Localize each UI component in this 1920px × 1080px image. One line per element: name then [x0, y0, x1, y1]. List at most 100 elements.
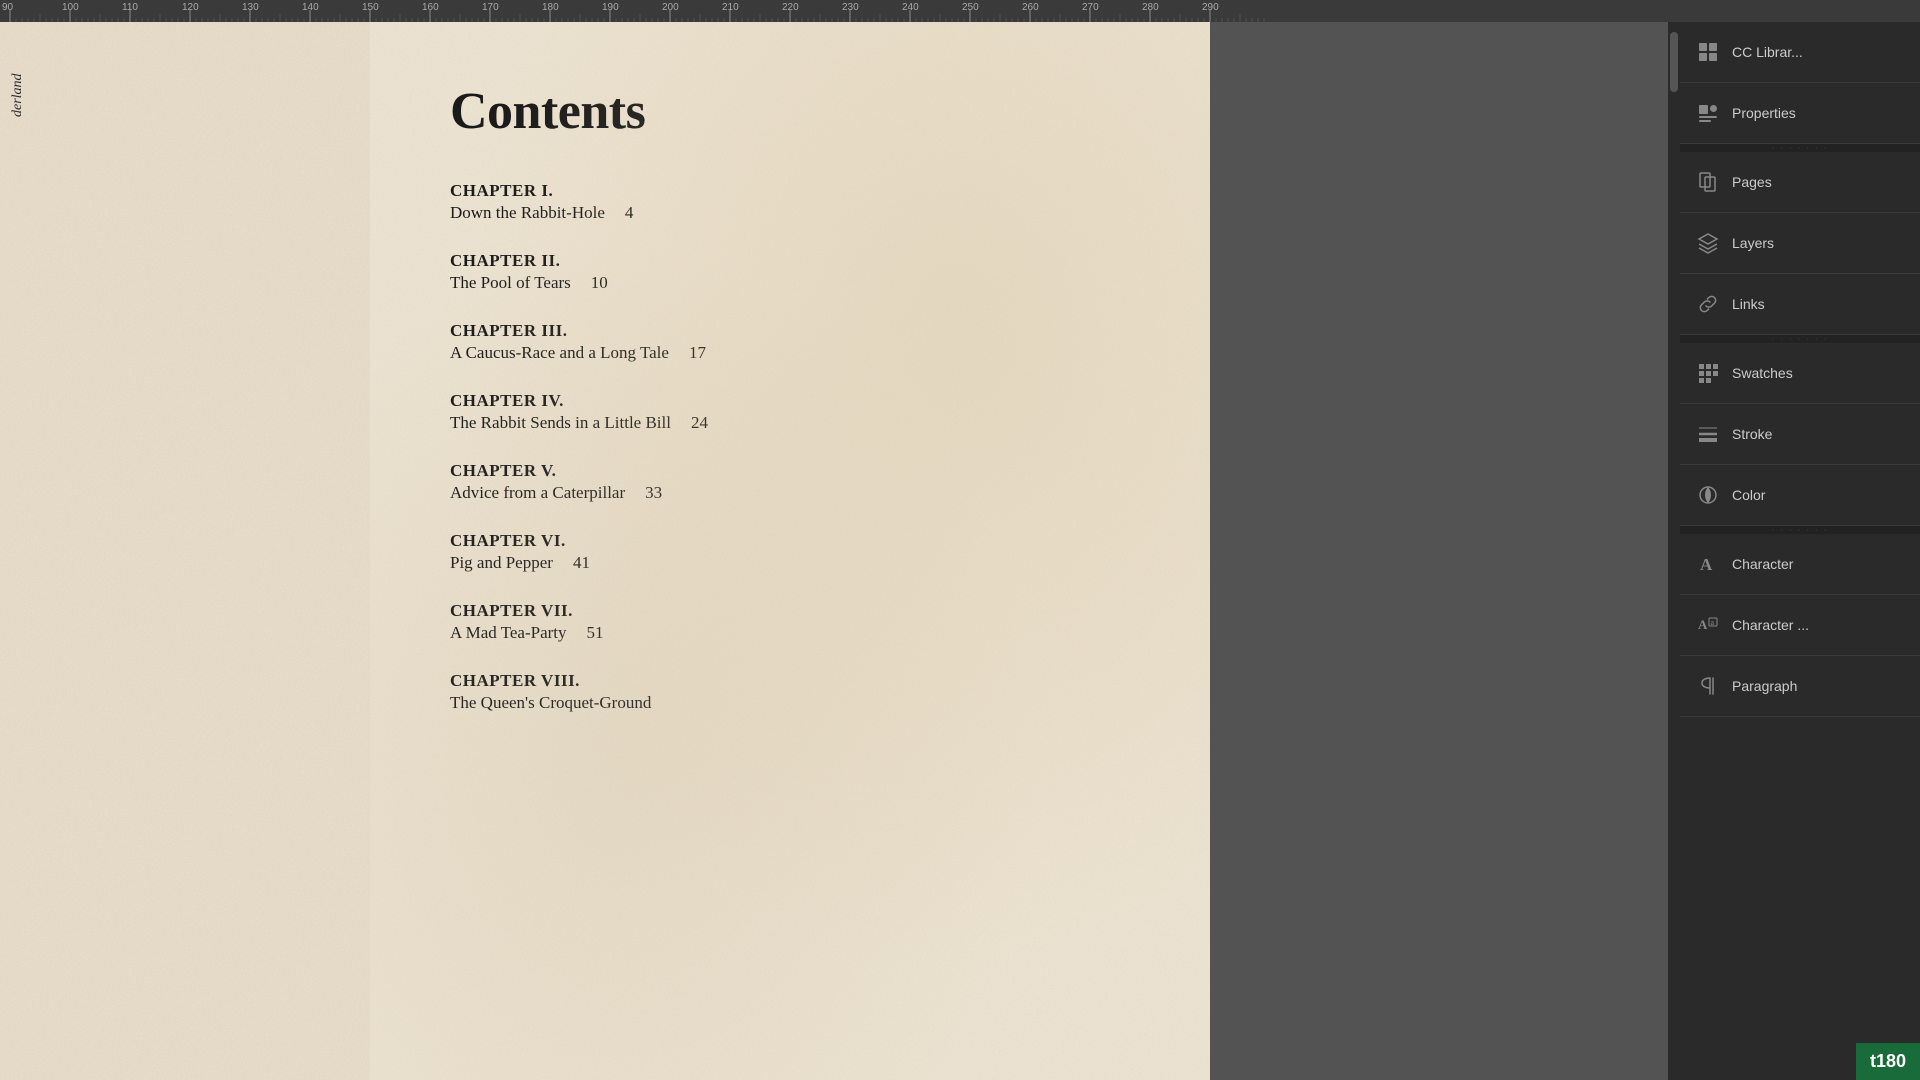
- color-icon: [1696, 483, 1720, 507]
- panel-item-properties[interactable]: Properties: [1680, 83, 1920, 144]
- panel-item-cc-libraries[interactable]: CC Librar...: [1680, 22, 1920, 83]
- scroll-thumb[interactable]: [1670, 32, 1678, 92]
- panel-divider: [1680, 144, 1920, 152]
- svg-text:90: 90: [2, 2, 14, 13]
- svg-text:A: A: [1698, 617, 1708, 632]
- svg-text:120: 120: [182, 2, 199, 13]
- swatches-icon: [1696, 361, 1720, 385]
- chapter-entry: CHAPTER VI.Pig and Pepper 41: [450, 531, 1130, 573]
- panel-item-pages[interactable]: Pages: [1680, 152, 1920, 213]
- panel-item-links[interactable]: Links: [1680, 274, 1920, 335]
- chapter-detail: A Mad Tea-Party 51: [450, 623, 1130, 643]
- page-right: Contents CHAPTER I.Down the Rabbit-Hole 4…: [370, 22, 1210, 1080]
- chapter-number: CHAPTER IV.: [450, 391, 1130, 411]
- chapter-name: Advice from a Caterpillar: [450, 483, 625, 503]
- svg-text:150: 150: [362, 2, 379, 13]
- chapter-name: The Rabbit Sends in a Little Bill: [450, 413, 671, 433]
- chapter-name: The Queen's Croquet-Ground: [450, 693, 651, 713]
- panel-item-label-ai-character: Character ...: [1732, 617, 1809, 633]
- svg-text:230: 230: [842, 2, 859, 13]
- chapter-page: 24: [691, 413, 708, 433]
- main-area: derland Contents CHAPTER I.Down the Rabb…: [0, 22, 1920, 1080]
- svg-text:240: 240: [902, 2, 919, 13]
- canvas-area: derland Contents CHAPTER I.Down the Rabb…: [0, 22, 1668, 1080]
- svg-text:140: 140: [302, 2, 319, 13]
- chapter-page: 10: [591, 273, 608, 293]
- svg-text:160: 160: [422, 2, 439, 13]
- panel-item-label-cc-libraries: CC Librar...: [1732, 44, 1803, 60]
- svg-text:170: 170: [482, 2, 499, 13]
- svg-text:270: 270: [1082, 2, 1099, 13]
- bottom-badge: t180: [1856, 1043, 1920, 1080]
- chapter-number: CHAPTER III.: [450, 321, 1130, 341]
- ai-character-icon: A a: [1696, 613, 1720, 637]
- chapter-entry: CHAPTER I.Down the Rabbit-Hole 4: [450, 181, 1130, 223]
- svg-text:110: 110: [122, 2, 138, 13]
- chapter-detail: A Caucus-Race and a Long Tale17: [450, 343, 1130, 363]
- document-wrapper: derland Contents CHAPTER I.Down the Rabb…: [0, 22, 1668, 1080]
- chapter-entry: CHAPTER II.The Pool of Tears 10: [450, 251, 1130, 293]
- chapter-entry: CHAPTER III.A Caucus-Race and a Long Tal…: [450, 321, 1130, 363]
- character-icon: A: [1696, 552, 1720, 576]
- cc-libraries-icon: [1696, 40, 1720, 64]
- panel-item-swatches[interactable]: Swatches: [1680, 343, 1920, 404]
- chapter-page: 33: [645, 483, 662, 503]
- chapter-detail: The Queen's Croquet-Ground: [450, 693, 1130, 713]
- pages-icon: [1696, 170, 1720, 194]
- svg-text:220: 220: [782, 2, 799, 13]
- svg-text:280: 280: [1142, 2, 1159, 13]
- right-panel: CC Librar... Properties Pages Layers Lin…: [1680, 22, 1920, 1080]
- chapter-entry: CHAPTER IV.The Rabbit Sends in a Little …: [450, 391, 1130, 433]
- chapter-number: CHAPTER I.: [450, 181, 1130, 201]
- chapter-number: CHAPTER II.: [450, 251, 1130, 271]
- panel-item-label-links: Links: [1732, 296, 1765, 312]
- chapter-entry: CHAPTER VII.A Mad Tea-Party51: [450, 601, 1130, 643]
- svg-text:200: 200: [662, 2, 679, 13]
- paragraph-icon: [1696, 674, 1720, 698]
- panel-divider: [1680, 335, 1920, 343]
- chapter-number: CHAPTER VIII.: [450, 671, 1130, 691]
- panel-item-ai-character[interactable]: A a Character ...: [1680, 595, 1920, 656]
- svg-text:180: 180: [542, 2, 559, 13]
- svg-text:260: 260: [1022, 2, 1039, 13]
- chapter-detail: Down the Rabbit-Hole 4: [450, 203, 1130, 223]
- chapter-name: Down the Rabbit-Hole: [450, 203, 605, 223]
- chapter-detail: The Pool of Tears 10: [450, 273, 1130, 293]
- page-left-text: derland: [10, 73, 26, 117]
- svg-text:210: 210: [722, 2, 739, 13]
- svg-text:130: 130: [242, 2, 259, 13]
- panel-item-color[interactable]: Color: [1680, 465, 1920, 526]
- panel-item-label-paragraph: Paragraph: [1732, 678, 1797, 694]
- scroll-indicator[interactable]: [1668, 22, 1680, 1080]
- chapter-entry: CHAPTER VIII.The Queen's Croquet-Ground: [450, 671, 1130, 713]
- chapter-detail: The Rabbit Sends in a Little Bill 24: [450, 413, 1130, 433]
- chapter-detail: Advice from a Caterpillar 33: [450, 483, 1130, 503]
- panel-item-stroke[interactable]: Stroke: [1680, 404, 1920, 465]
- svg-text:A: A: [1700, 555, 1713, 574]
- chapter-page: 51: [587, 623, 604, 643]
- panel-item-paragraph[interactable]: Paragraph: [1680, 656, 1920, 717]
- panel-item-label-pages: Pages: [1732, 174, 1772, 190]
- chapter-name: A Caucus-Race and a Long Tale: [450, 343, 669, 363]
- panel-item-label-stroke: Stroke: [1732, 426, 1772, 442]
- links-icon: [1696, 292, 1720, 316]
- chapter-page: 4: [625, 203, 634, 223]
- panel-items-container: CC Librar... Properties Pages Layers Lin…: [1680, 22, 1920, 717]
- panel-item-layers[interactable]: Layers: [1680, 213, 1920, 274]
- svg-text:190: 190: [602, 2, 619, 13]
- panel-item-label-properties: Properties: [1732, 105, 1796, 121]
- chapter-page: 41: [573, 553, 590, 573]
- panel-item-character[interactable]: A Character: [1680, 534, 1920, 595]
- chapter-detail: Pig and Pepper 41: [450, 553, 1130, 573]
- chapter-name: Pig and Pepper: [450, 553, 553, 573]
- panel-item-label-character: Character: [1732, 556, 1793, 572]
- contents-title: Contents: [450, 82, 1130, 141]
- stroke-icon: [1696, 422, 1720, 446]
- layers-icon: [1696, 231, 1720, 255]
- chapter-name: A Mad Tea-Party: [450, 623, 567, 643]
- chapter-name: The Pool of Tears: [450, 273, 571, 293]
- page-left: derland: [0, 22, 370, 1080]
- panel-item-label-swatches: Swatches: [1732, 365, 1793, 381]
- chapter-number: CHAPTER VI.: [450, 531, 1130, 551]
- ruler: 9010011012013014015016017018019020021022…: [0, 0, 1920, 22]
